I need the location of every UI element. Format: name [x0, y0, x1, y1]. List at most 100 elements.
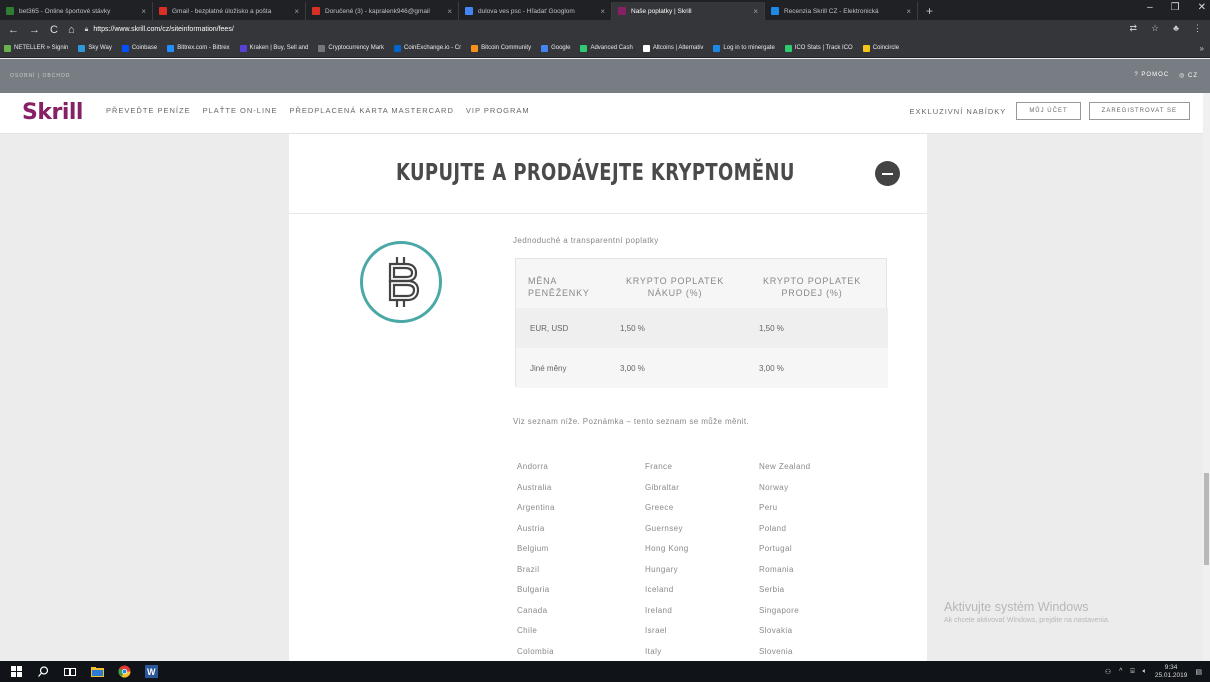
table-cell: Jiné měny	[530, 363, 567, 373]
bookmark-item[interactable]: Coincircle	[862, 44, 899, 52]
skrill-logo[interactable]: Skrill	[22, 100, 83, 125]
nav-link[interactable]: PŘEVEĎTE PENÍZE	[106, 106, 191, 115]
help-link[interactable]: ? POMOC	[1134, 72, 1169, 79]
bookmark-favicon-icon	[121, 44, 129, 52]
country-column: Andorra Australia Argentina Austria Belgium B…	[517, 462, 555, 661]
task-view-icon[interactable]	[59, 661, 81, 682]
site-top-strip: OSOBNÍ | OBCHOD ? POMOC ◎ CZ	[0, 59, 1210, 93]
back-icon[interactable]: ←	[8, 24, 19, 36]
register-button[interactable]: ZAREGISTROVAT SE	[1088, 102, 1190, 120]
clock[interactable]: 9:34 25.01.2019	[1155, 664, 1188, 680]
extension-icon[interactable]: ♣	[1173, 23, 1179, 34]
bitcoin-icon	[360, 241, 442, 323]
bookmark-item[interactable]: Kraken | Buy, Sell and	[239, 44, 309, 52]
bookmark-label: Kraken | Buy, Sell and	[249, 45, 309, 51]
close-window-icon[interactable]: ✕	[1198, 2, 1206, 13]
notifications-icon[interactable]: ▤	[1195, 668, 1202, 676]
forward-icon[interactable]: →	[29, 24, 40, 36]
country-item: Guernsey	[645, 523, 683, 533]
reload-icon[interactable]: C	[50, 24, 58, 36]
address-bar: ← → C ⌂ 🔒︎ https://www.skrill.com/cz/sit…	[0, 20, 1210, 39]
scrollbar-thumb[interactable]	[1204, 473, 1209, 565]
country-item: Australia	[517, 482, 552, 492]
country-item: Norway	[759, 482, 789, 492]
watermark-subtitle: Ak chcete aktivovať Windows, prejdite na…	[944, 617, 1110, 624]
menu-icon[interactable]: ⋮	[1193, 23, 1202, 34]
bookmark-star-icon[interactable]: ☆	[1151, 23, 1159, 34]
country-item: Austria	[517, 523, 545, 533]
minimize-icon[interactable]: –	[1147, 2, 1153, 13]
page-scrollbar[interactable]	[1203, 93, 1210, 661]
bookmark-item[interactable]: Bittrex.com - Bittrex	[167, 44, 230, 52]
close-tab-icon[interactable]: ×	[906, 7, 911, 16]
maximize-icon[interactable]: ❐	[1171, 2, 1180, 13]
table-cell: 1,50 %	[620, 323, 645, 333]
tab-title: dulova ves psc - Hľadať Googlom	[478, 7, 575, 15]
file-explorer-icon[interactable]	[86, 661, 108, 682]
bookmark-favicon-icon	[318, 44, 326, 52]
bookmark-label: ICO Stats | Track ICO	[794, 45, 853, 51]
bookmark-item[interactable]: Cryptocurrency Mark	[318, 44, 385, 52]
country-column: France Gibraltar Greece Guernsey Hong Kong Hu…	[645, 462, 689, 661]
collapse-section-button[interactable]	[875, 161, 900, 186]
bookmark-label: Cryptocurrency Mark	[328, 45, 385, 51]
close-tab-icon[interactable]: ×	[753, 7, 758, 16]
bookmark-label: Bittrex.com - Bittrex	[177, 45, 230, 51]
bookmark-item[interactable]: Log in to minergate	[713, 44, 775, 52]
nav-link[interactable]: PŘEDPLACENÁ KARTA MASTERCARD	[289, 106, 453, 115]
table-cell: 1,50 %	[759, 323, 784, 333]
bookmark-item[interactable]: CoinExchange.io - Cr	[394, 44, 462, 52]
windows-start-icon[interactable]	[5, 661, 27, 682]
my-account-button[interactable]: MŮJ ÚČET	[1016, 102, 1081, 120]
bookmark-item[interactable]: Sky Way	[78, 44, 112, 52]
table-cell: 3,00 %	[759, 363, 784, 373]
country-item: Singapore	[759, 605, 800, 615]
bookmark-favicon-icon	[784, 44, 792, 52]
account-type-switch[interactable]: OSOBNÍ | OBCHOD	[10, 73, 70, 79]
bookmark-favicon-icon	[167, 44, 175, 52]
bookmark-item[interactable]: NETELLER » Signin	[4, 44, 68, 52]
bookmark-item[interactable]: Coinbase	[121, 44, 157, 52]
nav-link[interactable]: VIP PROGRAM	[466, 106, 530, 115]
svg-text:W: W	[147, 667, 156, 677]
system-tray: ⚇ ^ ⌸ 🔈︎ 9:34 25.01.2019 ▤	[1105, 661, 1210, 682]
browser-tab[interactable]: Doručené (3) - kapralenk946@gmail ×	[306, 2, 459, 20]
exclusive-offers-link[interactable]: EXKLUZIVNÍ NABÍDKY	[910, 107, 1007, 116]
bookmarks-overflow-icon[interactable]: »	[1200, 44, 1204, 53]
bookmark-item[interactable]: Google	[541, 44, 570, 52]
bookmark-label: CoinExchange.io - Cr	[404, 45, 462, 51]
bookmark-item[interactable]: ICO Stats | Track ICO	[784, 44, 853, 52]
country-item: Colombia	[517, 646, 554, 656]
bookmark-favicon-icon	[713, 44, 721, 52]
crypto-fees-table: MĚNA PENĚŽENKY KRYPTO POPLATEK NÁKUP (%)…	[515, 258, 888, 388]
home-icon[interactable]: ⌂	[68, 24, 75, 36]
new-tab-button[interactable]: +	[918, 2, 941, 20]
browser-tab[interactable]: dulova ves psc - Hľadať Googlom ×	[459, 2, 612, 20]
browser-tab[interactable]: Gmail - bezplatné úložisko a pošta ×	[153, 2, 306, 20]
tray-chevron-icon[interactable]: ^	[1119, 668, 1122, 675]
browser-tab[interactable]: Naše poplatky | Skrill ×	[612, 2, 765, 20]
nav-link[interactable]: PLAŤTE ON-LINE	[203, 106, 278, 115]
close-tab-icon[interactable]: ×	[294, 7, 299, 16]
chrome-icon[interactable]	[113, 661, 135, 682]
translate-icon[interactable]: ⇄	[1129, 23, 1137, 34]
table-row: Jiné měny 3,00 % 3,00 %	[516, 348, 888, 388]
volume-icon[interactable]: 🔈︎	[1143, 668, 1147, 676]
language-selector[interactable]: ◎ CZ	[1179, 72, 1198, 79]
bookmark-item[interactable]: Bitcoin Community	[471, 44, 531, 52]
table-row: EUR, USD 1,50 % 1,50 %	[516, 308, 888, 348]
bookmark-favicon-icon	[580, 44, 588, 52]
bookmark-item[interactable]: Altcoins | Alternativ	[642, 44, 703, 52]
url-field[interactable]: 🔒︎ https://www.skrill.com/cz/siteinforma…	[85, 26, 234, 34]
bookmark-item[interactable]: Advanced Cash	[580, 44, 633, 52]
country-item: Italy	[645, 646, 662, 656]
browser-tab[interactable]: Recenzia Skrill CZ - Elektronická ×	[765, 2, 918, 20]
close-tab-icon[interactable]: ×	[600, 7, 605, 16]
people-icon[interactable]: ⚇	[1105, 668, 1111, 676]
word-icon[interactable]: W	[140, 661, 162, 682]
browser-tab[interactable]: bet365 - Online športové stávky ×	[0, 2, 153, 20]
search-icon[interactable]	[32, 661, 54, 682]
close-tab-icon[interactable]: ×	[141, 7, 146, 16]
close-tab-icon[interactable]: ×	[447, 7, 452, 16]
network-icon[interactable]: ⌸	[1130, 668, 1134, 676]
